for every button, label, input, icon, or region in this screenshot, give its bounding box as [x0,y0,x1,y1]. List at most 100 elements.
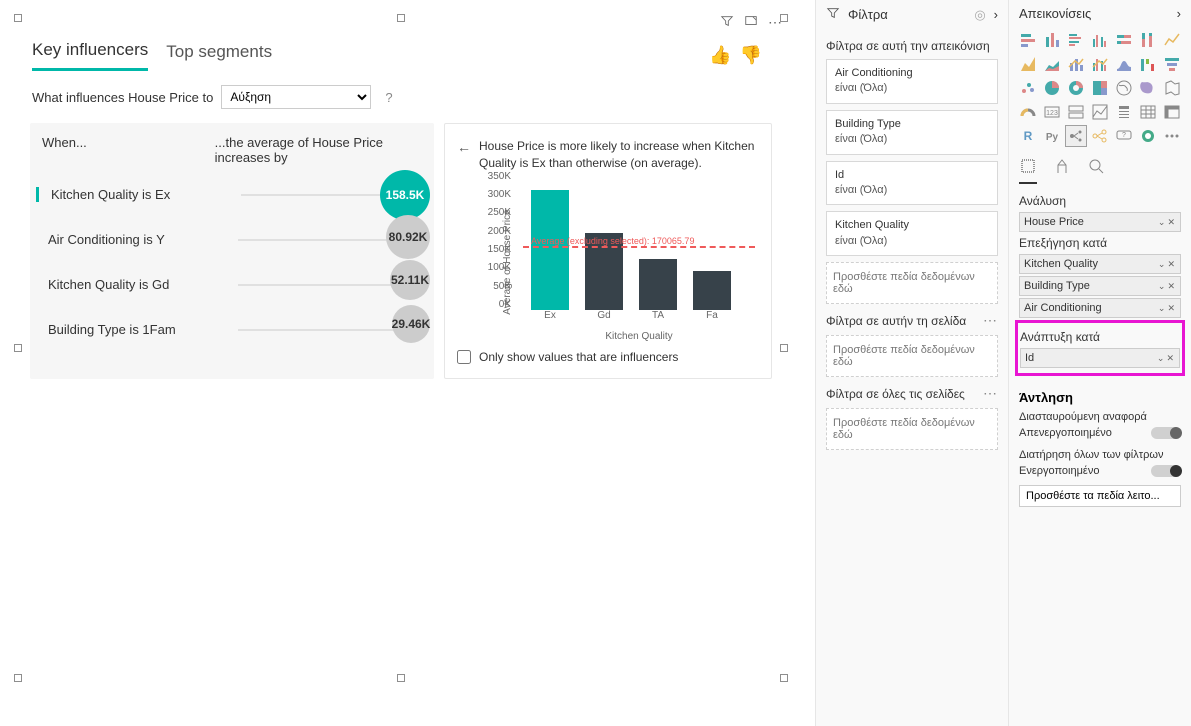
chevron-down-icon[interactable]: ⌄ [1157,259,1167,270]
resize-handle[interactable] [397,674,405,682]
viz-gauge-icon[interactable] [1017,101,1039,123]
help-icon[interactable]: ? [379,90,392,105]
viz-stacked-bar-icon[interactable] [1017,29,1039,51]
chevron-down-icon[interactable]: ⌄ [1157,281,1167,292]
viz-multirow-card-icon[interactable] [1065,101,1087,123]
viz-line-icon[interactable] [1161,29,1183,51]
thumbs-down-icon[interactable]: 👎 [740,45,762,66]
well-field[interactable]: Id⌄✕ [1020,348,1180,368]
resize-handle[interactable] [14,344,22,352]
direction-select[interactable]: Αύξηση [221,85,371,109]
only-influencers-label: Only show values that are influencers [479,350,678,364]
viz-stacked-area-icon[interactable] [1041,53,1063,75]
cross-report-toggle[interactable] [1151,427,1181,439]
thumbs-up-icon[interactable]: 👍 [709,45,731,66]
keep-filters-toggle[interactable] [1151,465,1181,477]
filter-icon [826,6,840,23]
eye-icon[interactable]: ◎ [974,7,985,23]
chevron-right-icon[interactable]: › [1177,6,1181,21]
only-influencers-checkbox[interactable] [457,350,471,364]
chart-bar[interactable] [639,259,677,310]
chevron-down-icon[interactable]: ⌄ [1156,353,1166,364]
viz-line-column-icon[interactable] [1065,53,1087,75]
remove-icon[interactable]: ✕ [1166,259,1176,270]
chart-bar[interactable] [693,271,731,310]
chevron-down-icon[interactable]: ⌄ [1157,303,1167,314]
filter-card[interactable]: Building Typeείναι (Όλα) [826,110,998,155]
filter-dropzone[interactable]: Προσθέστε πεδία δεδομένων εδώ [826,335,998,377]
viz-line-clustered-icon[interactable] [1089,53,1111,75]
viz-filled-map-icon[interactable] [1137,77,1159,99]
viz-treemap-icon[interactable] [1089,77,1111,99]
viz-slicer-icon[interactable] [1113,101,1135,123]
viz-decomposition-icon[interactable] [1089,125,1111,147]
filter-card[interactable]: Idείναι (Όλα) [826,161,998,206]
svg-text:R: R [1024,129,1033,143]
tab-top-segments[interactable]: Top segments [166,42,272,70]
viz-map-icon[interactable] [1113,77,1135,99]
filter-dropzone[interactable]: Προσθέστε πεδία δεδομένων εδώ [826,408,998,450]
well-field[interactable]: Building Type⌄✕ [1019,276,1181,296]
viz-shape-map-icon[interactable] [1161,77,1183,99]
explanation-text: House Price is more likely to increase w… [479,138,759,172]
viz-pie-icon[interactable] [1041,77,1063,99]
remove-icon[interactable]: ✕ [1166,281,1176,292]
back-icon[interactable]: ← [457,138,471,172]
well-field[interactable]: Kitchen Quality⌄✕ [1019,254,1181,274]
more-icon[interactable]: ⋯ [768,14,782,31]
viz-kpi-icon[interactable] [1089,101,1111,123]
influencer-row[interactable]: Building Type is 1Fam 29.46K [36,322,424,337]
filter-card[interactable]: Air Conditioningείναι (Όλα) [826,59,998,104]
format-mode-icon[interactable] [1053,157,1071,184]
resize-handle[interactable] [397,14,405,22]
chevron-right-icon[interactable]: › [994,7,998,22]
viz-matrix-icon[interactable] [1161,101,1183,123]
remove-icon[interactable]: ✕ [1166,303,1176,314]
viz-100-bar-icon[interactable] [1113,29,1135,51]
resize-handle[interactable] [780,344,788,352]
focus-icon[interactable] [744,14,758,31]
viz-clustered-column-icon[interactable] [1089,29,1111,51]
viz-funnel-icon[interactable] [1161,53,1183,75]
viz-clustered-bar-icon[interactable] [1065,29,1087,51]
remove-icon[interactable]: ✕ [1166,217,1176,228]
influencer-row[interactable]: Kitchen Quality is Ex 158.5K [36,187,424,202]
viz-r-icon[interactable]: R [1017,125,1039,147]
chevron-down-icon[interactable]: ⌄ [1157,217,1167,228]
chart-bar[interactable] [531,190,569,310]
more-icon[interactable]: ⋯ [983,312,998,329]
filter-icon[interactable] [720,14,734,31]
viz-100-column-icon[interactable] [1137,29,1159,51]
visual-frame[interactable]: ⋯ Key influencers Top segments 👍 👎 What … [18,18,784,678]
viz-more-icon[interactable] [1161,125,1183,147]
viz-key-influencers-icon[interactable] [1065,125,1087,147]
add-drill-fields-button[interactable]: Προσθέστε τα πεδία λειτο... [1019,485,1181,507]
well-field[interactable]: Air Conditioning⌄✕ [1019,298,1181,318]
more-icon[interactable]: ⋯ [983,385,998,402]
viz-card-icon[interactable]: 123 [1041,101,1063,123]
viz-qna-icon[interactable]: ? [1113,125,1135,147]
analytics-mode-icon[interactable] [1087,157,1105,184]
influencer-row[interactable]: Air Conditioning is Y 80.92K [36,232,424,247]
remove-icon[interactable]: ✕ [1165,353,1175,364]
cross-report-label: Διασταυρούμενη αναφορά [1019,411,1147,423]
well-field[interactable]: House Price⌄✕ [1019,212,1181,232]
viz-table-icon[interactable] [1137,101,1159,123]
viz-scatter-icon[interactable] [1017,77,1039,99]
influencer-row[interactable]: Kitchen Quality is Gd 52.11K [36,277,424,292]
viz-ribbon-icon[interactable] [1113,53,1135,75]
viz-stacked-column-icon[interactable] [1041,29,1063,51]
tab-key-influencers[interactable]: Key influencers [32,40,148,71]
viz-arcgis-icon[interactable] [1137,125,1159,147]
fields-mode-icon[interactable] [1019,157,1037,184]
svg-text:Py: Py [1046,132,1059,143]
viz-python-icon[interactable]: Py [1041,125,1063,147]
viz-waterfall-icon[interactable] [1137,53,1159,75]
viz-donut-icon[interactable] [1065,77,1087,99]
filter-dropzone[interactable]: Προσθέστε πεδία δεδομένων εδώ [826,262,998,304]
resize-handle[interactable] [14,674,22,682]
viz-area-icon[interactable] [1017,53,1039,75]
resize-handle[interactable] [780,674,788,682]
filter-card[interactable]: Kitchen Qualityείναι (Όλα) [826,211,998,256]
resize-handle[interactable] [14,14,22,22]
